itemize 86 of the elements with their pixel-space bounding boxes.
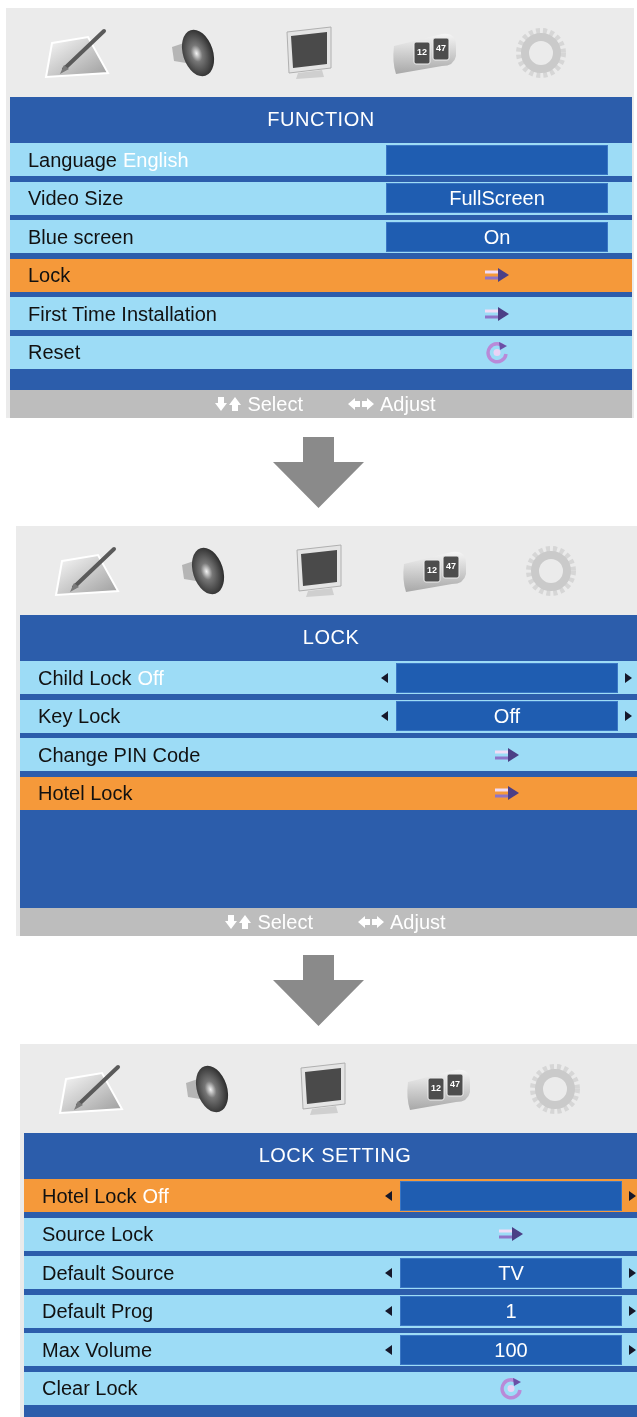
value-field[interactable] bbox=[400, 1180, 622, 1211]
monitor-icon[interactable] bbox=[294, 543, 344, 598]
item-value: Off bbox=[137, 667, 164, 688]
item-value: Off bbox=[142, 1185, 169, 1206]
monitor-icon[interactable] bbox=[298, 1061, 348, 1116]
menu-item[interactable]: Reset bbox=[10, 335, 632, 369]
item-label: Default Prog bbox=[42, 1301, 154, 1322]
hint-label: Select bbox=[257, 912, 313, 932]
double-arrow-icon bbox=[494, 746, 520, 763]
left-triangle-icon bbox=[380, 672, 388, 683]
item-label: Hotel Lock bbox=[42, 1185, 137, 1206]
value-field[interactable]: On bbox=[386, 221, 608, 252]
right-triangle-icon bbox=[624, 672, 632, 683]
item-label: Language bbox=[28, 149, 117, 170]
clock-digits: 47 bbox=[449, 1077, 461, 1091]
item-label: Lock bbox=[28, 265, 71, 286]
value-field[interactable]: Off bbox=[396, 701, 618, 732]
menu-item[interactable]: Hotel Lock bbox=[20, 776, 637, 810]
item-label: Blue screen bbox=[28, 226, 134, 247]
item-value: English bbox=[123, 149, 189, 170]
double-arrow-icon bbox=[484, 305, 510, 322]
menu-item[interactable]: Key Lock Off bbox=[20, 699, 637, 733]
left-triangle-icon bbox=[384, 1306, 392, 1317]
paper-pen-icon[interactable] bbox=[58, 1062, 124, 1115]
right-triangle-icon bbox=[628, 1306, 636, 1317]
hint-label: Adjust bbox=[390, 912, 446, 932]
item-label: Reset bbox=[28, 342, 81, 363]
menu-item[interactable]: Max Volume 100 bbox=[24, 1333, 637, 1367]
left-right-arrows-icon bbox=[357, 915, 385, 929]
paper-pen-icon[interactable] bbox=[44, 26, 110, 79]
item-label: Key Lock bbox=[38, 706, 121, 727]
left-right-arrows-icon bbox=[347, 397, 375, 411]
clock-digits: 12 bbox=[426, 563, 438, 577]
left-triangle-icon bbox=[384, 1190, 392, 1201]
menu-title: LOCK SETTING bbox=[258, 1144, 412, 1165]
menu-title: LOCK bbox=[302, 626, 360, 647]
double-arrow-icon bbox=[494, 785, 520, 802]
monitor-icon[interactable] bbox=[284, 25, 334, 80]
menu-item[interactable]: Language English bbox=[10, 143, 632, 176]
item-label: Video Size bbox=[28, 188, 124, 209]
menu-item[interactable]: Clear Lock bbox=[24, 1371, 637, 1405]
item-label: Child Lock bbox=[38, 667, 132, 688]
clock-digits: 47 bbox=[435, 41, 447, 55]
double-arrow-icon bbox=[484, 267, 510, 284]
up-down-arrows-icon bbox=[224, 914, 253, 930]
menu-item[interactable]: Lock bbox=[10, 258, 632, 292]
hint-label: Select bbox=[247, 394, 303, 414]
right-triangle-icon bbox=[628, 1190, 636, 1201]
left-triangle-icon bbox=[380, 711, 388, 722]
hint-label: Adjust bbox=[380, 394, 436, 414]
menu-item[interactable]: Source Lock bbox=[24, 1217, 637, 1251]
item-label: Source Lock bbox=[42, 1224, 154, 1245]
menu-item[interactable]: First Time Installation bbox=[10, 297, 632, 331]
value-field[interactable]: 100 bbox=[400, 1334, 622, 1365]
right-triangle-icon bbox=[624, 711, 632, 722]
menu-item[interactable]: Hotel Lock Off bbox=[24, 1179, 637, 1212]
value-field[interactable]: TV bbox=[400, 1257, 622, 1288]
right-triangle-icon bbox=[628, 1344, 636, 1355]
circular-arrows-icon bbox=[499, 1376, 523, 1401]
item-label: Change PIN Code bbox=[38, 744, 201, 765]
value-field[interactable]: FullScreen bbox=[386, 183, 608, 214]
item-label: First Time Installation bbox=[28, 303, 217, 324]
menu-item[interactable]: Child Lock Off bbox=[20, 661, 637, 694]
right-triangle-icon bbox=[628, 1267, 636, 1278]
clock-digits: 47 bbox=[445, 559, 457, 573]
menu-item[interactable]: Change PIN Code bbox=[20, 738, 637, 772]
value-field[interactable]: 1 bbox=[400, 1296, 622, 1327]
double-arrow-icon bbox=[498, 1226, 524, 1243]
left-triangle-icon bbox=[384, 1267, 392, 1278]
menu-item[interactable]: Default Source TV bbox=[24, 1256, 637, 1290]
menu-item[interactable]: Blue screen On bbox=[10, 220, 632, 254]
clock-digits: 12 bbox=[416, 45, 428, 59]
menu-title: FUNCTION bbox=[267, 108, 375, 129]
menu-item[interactable]: Default Prog 1 bbox=[24, 1294, 637, 1328]
circular-arrows-icon bbox=[485, 340, 509, 365]
clock-digits: 12 bbox=[430, 1081, 442, 1095]
value-field[interactable] bbox=[386, 144, 608, 175]
value-field[interactable] bbox=[396, 662, 618, 693]
menu-item[interactable]: Video Size FullScreen bbox=[10, 181, 632, 215]
item-label: Default Source bbox=[42, 1262, 175, 1283]
item-label: Hotel Lock bbox=[38, 783, 133, 804]
up-down-arrows-icon bbox=[214, 396, 243, 412]
paper-pen-icon[interactable] bbox=[54, 544, 120, 597]
item-label: Max Volume bbox=[42, 1339, 153, 1360]
left-triangle-icon bbox=[384, 1344, 392, 1355]
item-label: Clear Lock bbox=[42, 1378, 138, 1399]
